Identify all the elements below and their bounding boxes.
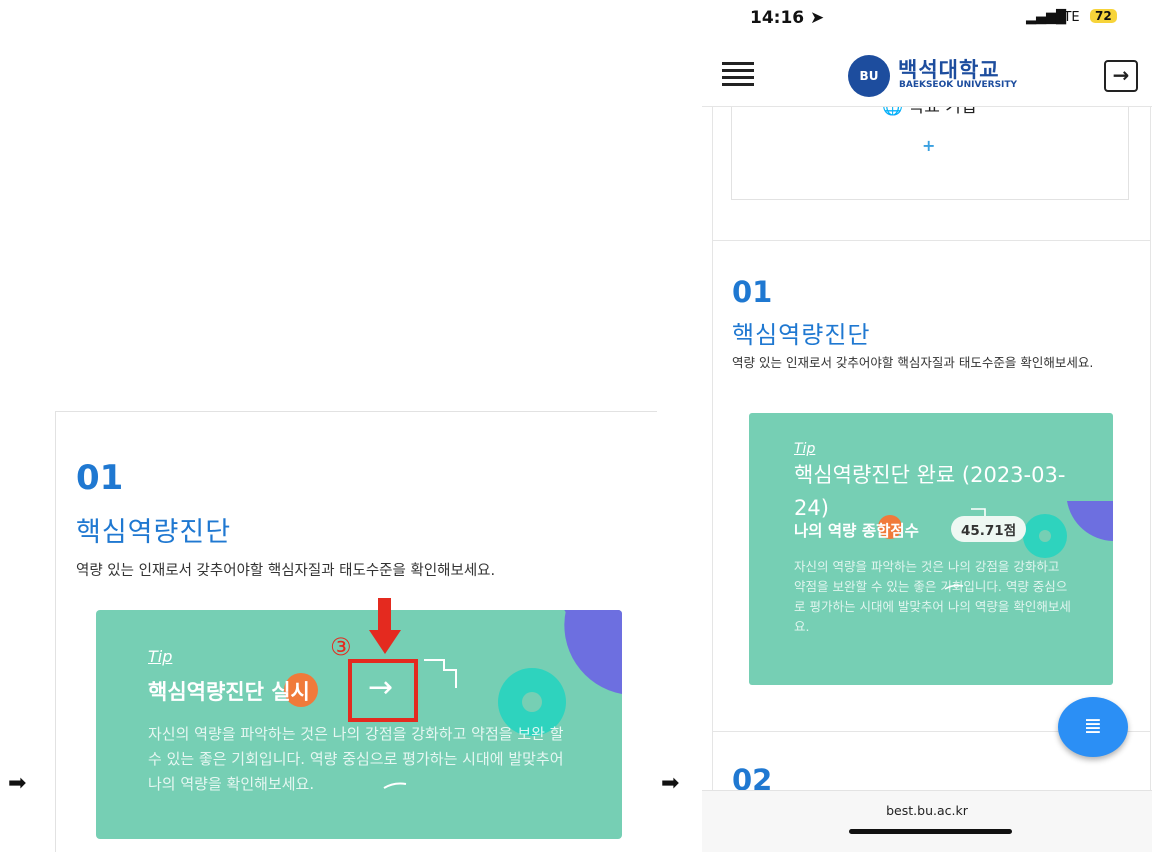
section-title: 핵심역량진단 [732, 321, 871, 349]
logout-icon[interactable]: → [1104, 60, 1138, 92]
logo-english[interactable]: BAEKSEOK UNIVERSITY [899, 80, 1017, 90]
browser-url-bar[interactable]: best.bu.ac.kr [702, 790, 1152, 852]
card-body: 자신의 역량을 파악하는 것은 나의 강점을 강화하고 약점을 보완 할 수 있… [148, 725, 564, 793]
goal-box: 🌐 목표 기입 + [731, 107, 1129, 200]
section-number: 01 [76, 458, 124, 498]
add-goal-button[interactable]: + [922, 136, 935, 155]
zoomed-section-panel: 01 핵심역량진단 역량 있는 인재로서 갖추어야할 핵심자질과 태도수준을 확… [55, 411, 657, 852]
logo-emblem[interactable]: BU [848, 55, 890, 97]
pointer-arrow-icon: ➡ [8, 771, 27, 796]
document-list-icon[interactable]: ≣ [1058, 697, 1128, 757]
phone-screen: 14:16 ➤ ▂▄▆█ LTE 72 BU 백석대학교 BAEKSEOK UN… [702, 0, 1152, 852]
menu-icon[interactable] [722, 62, 754, 88]
section-title: 핵심역량진단 [76, 517, 232, 548]
app-header: BU 백석대학교 BAEKSEOK UNIVERSITY → [702, 44, 1152, 107]
score-label: 나의 역량 종합점수 [794, 522, 919, 540]
section-description: 역량 있는 인재로서 갖추어야할 핵심자질과 태도수준을 확인해보세요. [732, 355, 1094, 370]
highlight-box [348, 659, 418, 722]
score-badge: 45.71점 [951, 516, 1027, 542]
divider [713, 240, 1150, 241]
network-label: LTE [1058, 10, 1080, 25]
step-number-marker: ③ [330, 633, 352, 661]
down-arrow-annotation [378, 598, 391, 632]
status-time: 14:16 ➤ [750, 8, 825, 28]
card-body: 자신의 역량을 파악하는 것은 나의 강점을 강화하고 약점을 보완할 수 있는… [794, 559, 1071, 634]
card-title: 핵심역량진단 완료 (2023-03-24) [794, 463, 1066, 520]
tip-label: Tip [794, 441, 816, 457]
pointer-arrow-icon: ➡ [661, 771, 680, 796]
battery-icon: 72 [1090, 9, 1117, 23]
section-number: 01 [732, 275, 773, 309]
diagnosis-card[interactable]: Tip 핵심역량진단 실시 → 자신의 역량을 파악하는 것은 나의 강점을 강… [96, 610, 622, 839]
section-description: 역량 있는 인재로서 갖추어야할 핵심자질과 태도수준을 확인해보세요. [76, 563, 496, 579]
url-text: best.bu.ac.kr [886, 803, 968, 818]
next-section-number: 02 [732, 763, 773, 790]
down-arrow-head [369, 630, 401, 654]
card-title: 핵심역량진단 실시 [148, 680, 310, 704]
home-indicator [849, 829, 1012, 834]
diagnosis-result-card[interactable]: Tip 핵심역량진단 완료 (2023-03-24) 나의 역량 종합점수 45… [749, 413, 1113, 685]
tip-label: Tip [148, 647, 173, 666]
scroll-content[interactable]: 🌐 목표 기입 + 01 핵심역량진단 역량 있는 인재로서 갖추어야할 핵심자… [712, 107, 1151, 790]
goal-label: 🌐 목표 기입 [882, 107, 977, 117]
